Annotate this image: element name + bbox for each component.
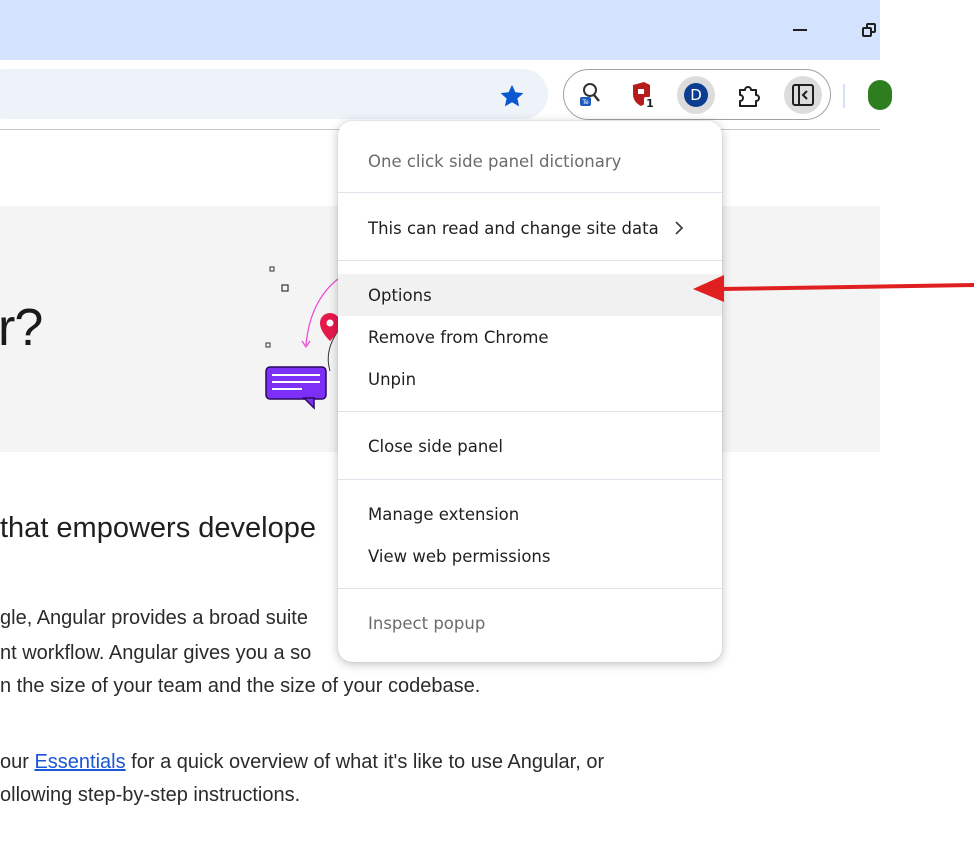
shield-extension-icon: 1 [633, 82, 656, 110]
dictionary-extension-button[interactable]: D [677, 76, 715, 114]
essentials-suffix: for a quick overview of what it's like t… [125, 751, 605, 773]
essentials-paragraph-line: ollowing step-by-step instructions. [0, 784, 301, 806]
side-panel-button[interactable] [784, 76, 822, 114]
intro-paragraph-line: gle, Angular provides a broad suite [0, 607, 308, 629]
restore-button[interactable] [855, 16, 883, 44]
intro-paragraph-line: nt workflow. Angular gives you a so [0, 642, 312, 664]
address-bar[interactable] [0, 69, 548, 119]
annotation-arrow [693, 275, 974, 302]
menu-item-remove[interactable]: Remove from Chrome [338, 316, 722, 358]
svg-text:Te: Te [581, 99, 589, 106]
lead-paragraph: that empowers develope [0, 512, 316, 544]
svg-text:D: D [690, 86, 702, 104]
title-bar [0, 0, 880, 60]
side-panel-icon [792, 84, 814, 106]
menu-item-close-side-panel[interactable]: Close side panel [338, 425, 722, 467]
menu-item-inspect-popup: Inspect popup [368, 613, 486, 633]
star-icon[interactable] [498, 82, 526, 110]
profile-avatar[interactable] [868, 80, 892, 110]
essentials-prefix: our [0, 751, 35, 773]
lookup-extension-button[interactable]: Te [570, 76, 608, 114]
minimize-button[interactable] [786, 16, 814, 44]
menu-divider [338, 588, 722, 589]
page-title: r? [0, 299, 43, 357]
menu-divider [338, 260, 722, 261]
minimize-icon [793, 29, 807, 31]
menu-item-site-data[interactable]: This can read and change site data [338, 207, 722, 249]
menu-item-web-permissions[interactable]: View web permissions [338, 535, 722, 577]
menu-divider [338, 411, 722, 412]
menu-divider [338, 479, 722, 480]
essentials-paragraph: our Essentials for a quick overview of w… [0, 749, 604, 775]
chevron-right-icon [675, 221, 684, 235]
intro-paragraph-line: n the size of your team and the size of … [0, 675, 481, 697]
shield-extension-button[interactable]: 1 [624, 76, 662, 114]
extensions-button[interactable] [730, 76, 768, 114]
dictionary-extension-icon: D [684, 83, 708, 107]
menu-item-options[interactable]: Options [338, 274, 722, 316]
menu-extension-name: One click side panel dictionary [368, 151, 622, 171]
menu-item-manage-extension[interactable]: Manage extension [338, 493, 722, 535]
menu-divider [338, 192, 722, 193]
lookup-extension-icon: Te [580, 83, 600, 106]
restore-icon [862, 23, 876, 37]
browser-toolbar: Te 1 D [0, 60, 892, 130]
menu-item-unpin[interactable]: Unpin [338, 358, 722, 400]
puzzle-icon [739, 86, 760, 107]
extension-badge: 1 [646, 97, 654, 110]
menu-item-label: This can read and change site data [368, 218, 659, 238]
extensions-area: Te 1 D [563, 69, 831, 120]
essentials-link[interactable]: Essentials [34, 751, 125, 773]
extension-context-menu: One click side panel dictionary This can… [338, 121, 722, 662]
toolbar-separator [843, 84, 845, 108]
